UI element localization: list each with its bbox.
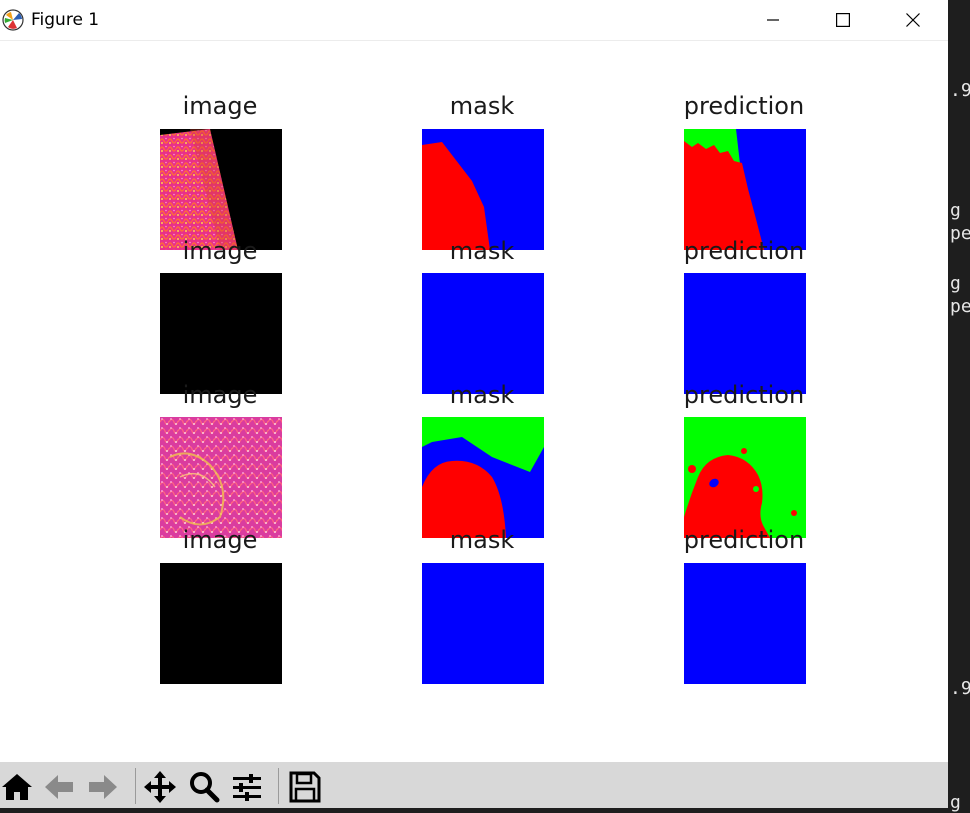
toolbar-separator — [278, 768, 279, 804]
save-button[interactable] — [288, 770, 322, 804]
panel-title-prediction: prediction — [683, 92, 805, 120]
panel-title-mask: mask — [449, 92, 515, 120]
matplotlib-icon — [2, 9, 24, 31]
terminal-line: g — [950, 273, 961, 294]
image-panel — [160, 563, 282, 684]
maximize-icon — [836, 13, 850, 27]
image-panel — [160, 417, 282, 538]
window-title: Figure 1 — [31, 10, 100, 30]
home-icon — [2, 774, 32, 800]
pan-icon — [144, 771, 176, 803]
panel-title-prediction: prediction — [683, 237, 805, 265]
panel-title-mask: mask — [449, 526, 515, 554]
prediction-panel — [684, 417, 806, 538]
panel-title-mask: mask — [449, 381, 515, 409]
minimize-icon — [767, 19, 779, 21]
prediction-panel — [684, 563, 806, 684]
image-panel — [160, 273, 282, 394]
close-button[interactable] — [878, 0, 948, 40]
navigation-toolbar — [0, 762, 948, 808]
terminal-line: g — [950, 792, 961, 813]
zoom-button[interactable] — [187, 770, 221, 804]
mask-panel — [422, 129, 544, 250]
mask-panel — [422, 563, 544, 684]
terminal-background: .9 g pe g pe .9 g — [948, 0, 970, 813]
terminal-line: .9 — [950, 678, 970, 699]
toolbar-separator — [135, 768, 136, 804]
mask-panel — [422, 417, 544, 538]
prediction-panel — [684, 273, 806, 394]
back-button[interactable] — [42, 770, 76, 804]
panel-title-image: image — [182, 526, 258, 554]
figure-canvas: image mask prediction image mask predict… — [0, 41, 948, 761]
terminal-line: g — [950, 200, 961, 221]
forward-button[interactable] — [86, 770, 120, 804]
panel-title-mask: mask — [449, 237, 515, 265]
save-icon — [289, 771, 321, 803]
minimize-button[interactable] — [738, 0, 808, 40]
prediction-panel — [684, 129, 806, 250]
home-button[interactable] — [0, 770, 34, 804]
terminal-line: pe — [950, 223, 970, 244]
image-panel — [160, 129, 282, 250]
panel-title-image: image — [182, 237, 258, 265]
forward-arrow-icon — [89, 775, 117, 799]
panel-title-image: image — [182, 381, 258, 409]
panel-title-prediction: prediction — [683, 381, 805, 409]
pan-button[interactable] — [143, 770, 177, 804]
mask-panel — [422, 273, 544, 394]
panel-title-prediction: prediction — [683, 526, 805, 554]
terminal-line: .9 — [950, 80, 970, 101]
configure-subplots-icon — [233, 774, 261, 801]
close-icon — [906, 13, 920, 27]
zoom-icon — [190, 772, 220, 803]
panel-title-image: image — [182, 92, 258, 120]
figure-window: Figure 1 image mask prediction image mas… — [0, 0, 948, 808]
title-bar: Figure 1 — [0, 0, 948, 41]
configure-subplots-button[interactable] — [230, 770, 264, 804]
maximize-button[interactable] — [808, 0, 878, 40]
back-arrow-icon — [45, 775, 73, 799]
terminal-line: pe — [950, 296, 970, 317]
